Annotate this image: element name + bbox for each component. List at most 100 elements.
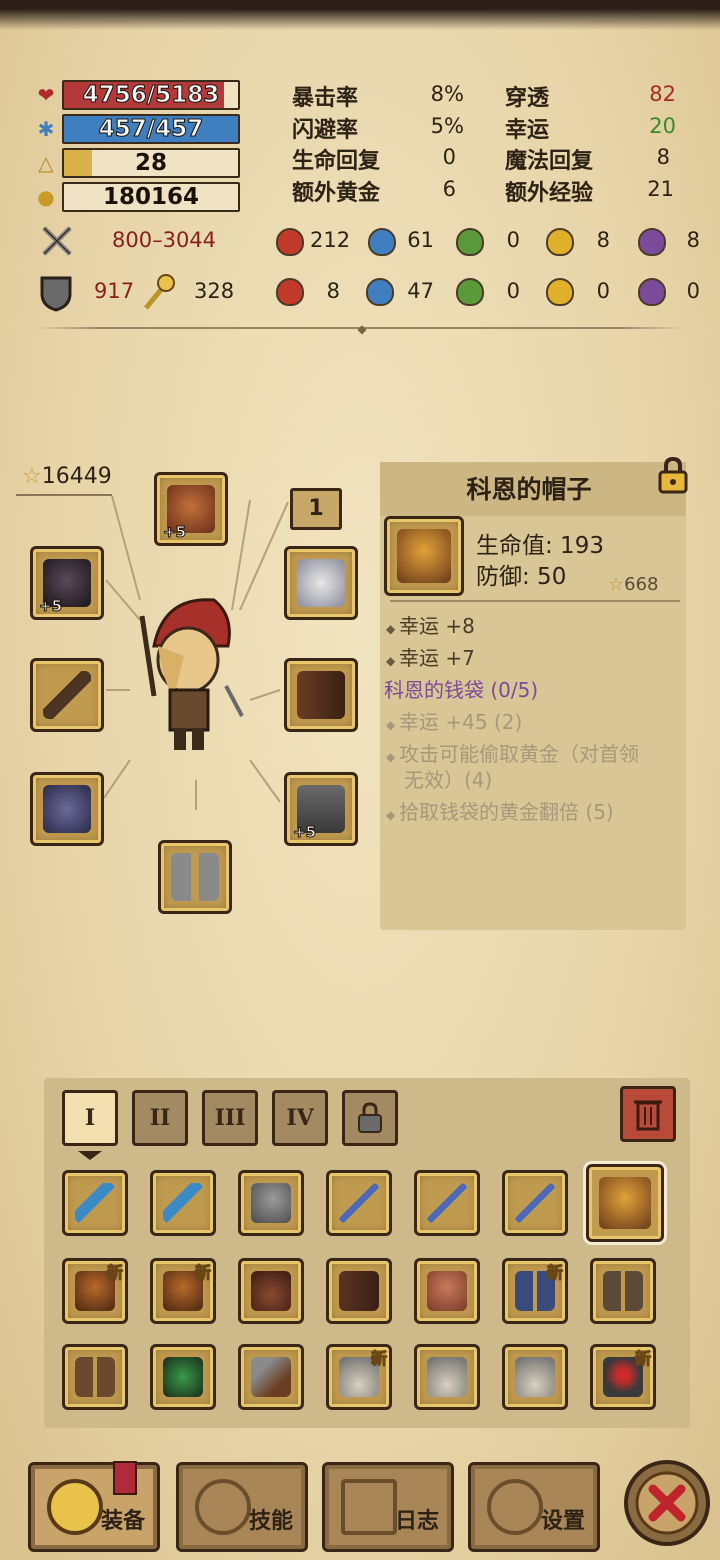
attack-damage-value: 800–3044 (112, 228, 217, 252)
pants-plus-label: +5 (292, 823, 317, 842)
equipment-icon (47, 1479, 103, 1535)
stat-exp-label: 额外经验 (505, 181, 594, 206)
new-badge: 新 (634, 1349, 651, 1369)
weapon-slot[interactable] (30, 658, 104, 732)
inv-item-ruby-ring[interactable]: 新 (590, 1344, 656, 1410)
mp-text: 457/457 (98, 116, 204, 142)
item-bonus-2: ◆ 幸运 +7 (386, 646, 475, 670)
stat-mpregen-label: 魔法回复 (505, 149, 594, 174)
close-icon (635, 1471, 699, 1535)
log-icon (341, 1479, 397, 1535)
active-tab-pointer (66, 1146, 114, 1160)
nav-settings-button[interactable]: 设置 (468, 1462, 600, 1552)
armor-value: 917 (94, 279, 135, 303)
mp-bar: 457/457 (62, 114, 240, 144)
fire-resist-value: 8 (326, 279, 340, 303)
nav-settings-label: 设置 (540, 1509, 585, 1534)
inv-item-staff-1[interactable] (326, 1170, 392, 1236)
amulet-slot[interactable] (284, 546, 358, 620)
stat-dodge-label: 闪避率 (292, 118, 359, 143)
set-bonus-1: ◆ 幸运 +45 (2) (386, 710, 523, 734)
mana-icon: ✱ (37, 117, 55, 141)
inv-item-green-gauntlet[interactable] (150, 1344, 216, 1410)
inv-item-chest-armor-2[interactable]: 新 (150, 1258, 216, 1324)
dark-attack-value: 8 (686, 228, 700, 252)
fire-attack-value: 212 (310, 228, 351, 252)
new-badge: 新 (546, 1263, 563, 1283)
divider-ornament: ◆ (357, 322, 367, 336)
helmet-plus-label: +5 (162, 523, 187, 542)
inv-item-cloth-shirt[interactable] (414, 1258, 480, 1324)
tab-page-4[interactable]: IV (272, 1090, 328, 1146)
crossed-swords-icon (42, 226, 72, 256)
inv-item-bracer[interactable] (238, 1344, 304, 1410)
tab-locked[interactable] (342, 1090, 398, 1146)
stat-pen-label: 穿透 (505, 86, 550, 111)
inv-item-staff-2[interactable] (414, 1170, 480, 1236)
item-panel-divider (390, 600, 680, 602)
shield-icon (40, 276, 72, 312)
stat-hpregen-label: 生命回复 (292, 149, 381, 174)
inv-item-axe[interactable] (238, 1170, 304, 1236)
nav-equipment-button[interactable]: 装备 (28, 1461, 160, 1552)
dark-resist-value: 0 (686, 279, 700, 303)
nav-equipment-label: 装备 (100, 1509, 145, 1534)
inv-item-blue-boots[interactable]: 新 (502, 1258, 568, 1324)
boots-slot[interactable] (158, 840, 232, 914)
stat-dodge-value: 5% (430, 114, 464, 138)
hp-bar: 4756/5183 (62, 80, 240, 110)
tab-page-2[interactable]: II (132, 1090, 188, 1146)
inv-item-tooth-necklace-3[interactable] (502, 1344, 568, 1410)
nav-log-button[interactable]: 日志 (322, 1462, 454, 1552)
magic-staff-icon (144, 274, 175, 310)
inv-item-brown-boots[interactable] (590, 1258, 656, 1324)
stat-hpregen-value: 0 (442, 145, 456, 169)
inv-item-leather-boots[interactable] (62, 1344, 128, 1410)
stat-mpregen-value: 8 (656, 145, 670, 169)
helmet-slot[interactable]: +5 (154, 472, 228, 546)
water-resist-icon (366, 278, 394, 306)
new-badge: 新 (106, 1263, 123, 1283)
inv-item-blue-scimitar-1[interactable] (62, 1170, 128, 1236)
active-bookmark (113, 1461, 137, 1495)
stat-gold-value: 6 (442, 177, 456, 201)
close-button[interactable] (624, 1460, 710, 1546)
gloves-slot[interactable] (30, 772, 104, 846)
stat-luck-value: 20 (649, 114, 676, 138)
top-edge (0, 0, 720, 30)
slot-count-badge: 1 (290, 488, 342, 530)
nav-log-label: 日志 (394, 1509, 439, 1534)
tab-page-1[interactable]: I (62, 1090, 118, 1146)
inv-item-tooth-necklace-1[interactable]: 新 (326, 1344, 392, 1410)
inv-item-tooth-necklace-2[interactable] (414, 1344, 480, 1410)
stat-crit-value: 8% (430, 82, 464, 106)
inv-item-kern-hat-selected[interactable] (586, 1164, 664, 1242)
fire-attack-icon (276, 228, 304, 256)
inv-item-witch-hat[interactable] (238, 1258, 304, 1324)
stat-luck-label: 幸运 (505, 118, 550, 143)
pants-slot[interactable]: +5 (284, 772, 358, 846)
inv-item-chest-armor-1[interactable]: 新 (62, 1258, 128, 1324)
tab-page-3[interactable]: III (202, 1090, 258, 1146)
gold-text: 180164 (102, 184, 200, 210)
nav-skills-label: 技能 (248, 1509, 293, 1534)
character-portrait (139, 598, 244, 750)
trash-button[interactable] (620, 1086, 676, 1142)
inv-item-blue-scimitar-2[interactable] (150, 1170, 216, 1236)
inv-item-staff-3[interactable] (502, 1170, 568, 1236)
item-title: 科恩的帽子 (466, 475, 592, 504)
level-bar: 28 (62, 148, 240, 178)
nav-skills-button[interactable]: 技能 (176, 1462, 308, 1552)
hp-text: 4756/5183 (82, 82, 220, 108)
cape-slot[interactable]: +5 (30, 546, 104, 620)
gold-bar: 180164 (62, 182, 240, 212)
skills-icon (195, 1479, 251, 1535)
water-resist-value: 47 (407, 279, 434, 303)
lock-icon[interactable] (656, 456, 690, 494)
inv-item-leather-vest[interactable] (326, 1258, 392, 1324)
light-resist-value: 0 (596, 279, 610, 303)
set-bonus-3: ◆ 拾取钱袋的黄金翻倍 (5) (386, 800, 614, 824)
new-badge: 新 (194, 1263, 211, 1283)
armor-slot[interactable] (284, 658, 358, 732)
item-score: ☆668 (608, 574, 659, 595)
